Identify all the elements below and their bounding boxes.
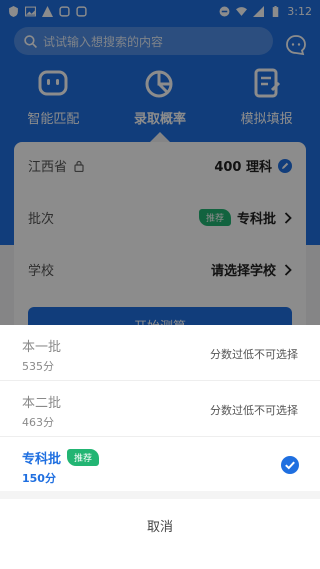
option-score: 463分 [22, 416, 54, 429]
option-status: 分数过低不可选择 [210, 404, 298, 417]
modal-overlay[interactable] [0, 0, 320, 325]
cancel-button[interactable]: 取消 [0, 505, 320, 545]
option-score: 150分 [22, 472, 56, 485]
batch-option-selected[interactable]: 专科批 推荐 150分 [0, 437, 320, 493]
recommend-badge: 推荐 [67, 449, 100, 466]
page: 3:12 试试输入想搜索的内容 智能匹配 录取概率 模拟填报 江西省 400 理… [0, 0, 320, 569]
option-title: 本二批 [22, 396, 62, 411]
checkmark-icon [281, 456, 299, 474]
cancel-label: 取消 [146, 519, 173, 535]
batch-selection-sheet: 本一批 535分 分数过低不可选择 本二批 463分 分数过低不可选择 专科批 … [0, 325, 320, 569]
batch-option[interactable]: 本二批 463分 分数过低不可选择 [0, 381, 320, 437]
divider [0, 491, 320, 499]
batch-option[interactable]: 本一批 535分 分数过低不可选择 [0, 325, 320, 381]
option-title: 专科批 [22, 452, 62, 467]
option-score: 535分 [22, 360, 54, 373]
option-status: 分数过低不可选择 [210, 348, 298, 361]
option-title: 本一批 [22, 340, 62, 355]
